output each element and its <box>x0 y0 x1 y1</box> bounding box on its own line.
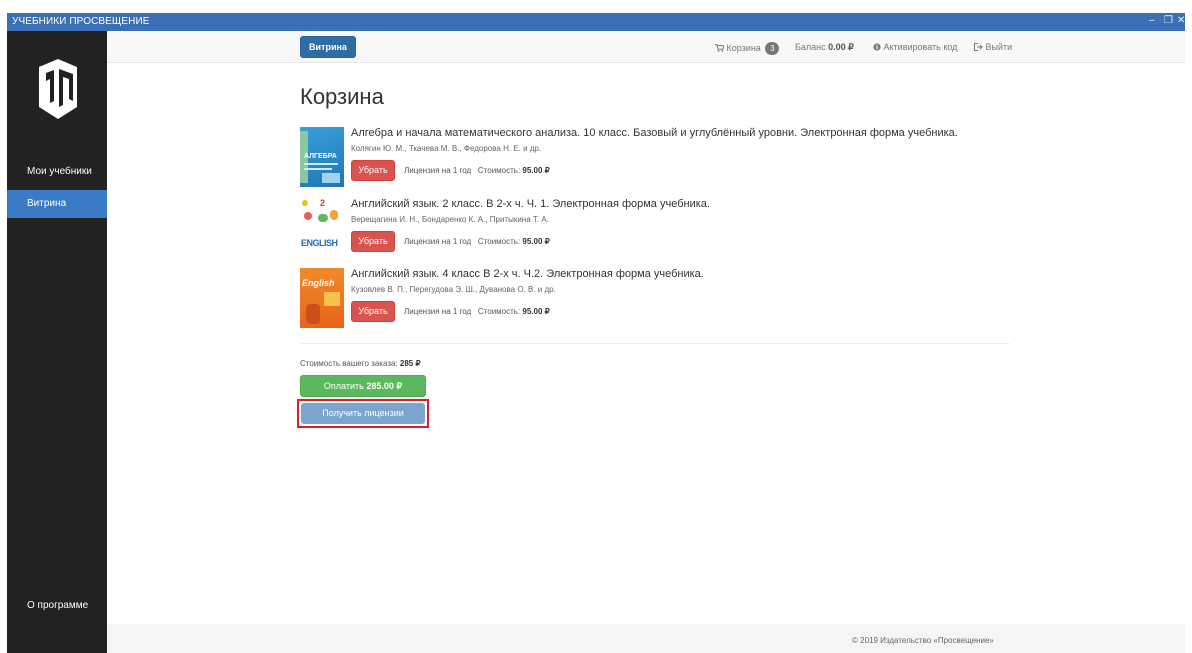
minimize-icon[interactable]: – <box>1149 15 1155 26</box>
sidebar-item-my-textbooks[interactable]: Мои учебники <box>7 158 107 186</box>
get-license-highlight: Получить лицензии <box>297 399 429 428</box>
item-license: Лицензия на 1 год <box>404 307 472 316</box>
cart-icon <box>715 43 725 52</box>
title-bar: УЧЕБНИКИ ПРОСВЕЩЕНИЕ – ❐ ✕ <box>7 13 1185 31</box>
item-authors: Колягин Ю. М., Ткачева М. В., Федорова Н… <box>351 144 542 153</box>
cart-item: English Английский язык. 4 класс В 2-х ч… <box>300 268 1010 330</box>
page-title: Корзина <box>300 84 384 109</box>
item-authors: Кузовлев В. П., Перегудова Э. Ш., Дувано… <box>351 285 556 294</box>
item-license: Лицензия на 1 год <box>404 237 472 246</box>
close-icon[interactable]: ✕ <box>1177 15 1185 26</box>
cart-link[interactable]: Корзина 3 <box>715 42 780 55</box>
item-meta: Лицензия на 1 год Стоимость: 95.00 ₽ <box>404 307 550 316</box>
item-meta: Лицензия на 1 год Стоимость: 95.00 ₽ <box>404 237 550 246</box>
pay-amount: 285.00 ₽ <box>366 381 403 391</box>
vitrina-button[interactable]: Витрина <box>300 36 356 58</box>
item-title[interactable]: Английский язык. 4 класс В 2-х ч. Ч.2. Э… <box>351 268 704 280</box>
cart-item: АЛГЕБРА Алгебра и начала математического… <box>300 127 1010 189</box>
item-license: Лицензия на 1 год <box>404 166 472 175</box>
remove-button[interactable]: Убрать <box>351 301 395 322</box>
logout-link[interactable]: Выйти <box>974 42 1012 52</box>
order-total: Стоимость вашего заказа: 285 ₽ <box>300 359 421 368</box>
sidebar-item-vitrina[interactable]: Витрина <box>7 190 107 218</box>
item-cost: 95.00 ₽ <box>522 237 550 246</box>
item-meta: Лицензия на 1 год Стоимость: 95.00 ₽ <box>404 166 550 175</box>
logout-label: Выйти <box>985 42 1013 52</box>
footer-copyright: © 2019 Издательство «Просвещение» <box>852 636 994 645</box>
logout-icon <box>974 43 983 51</box>
pay-button[interactable]: Оплатить 285.00 ₽ <box>300 375 426 397</box>
item-cost: 95.00 ₽ <box>522 307 550 316</box>
balance-value: 0.00 ₽ <box>828 42 854 52</box>
cart-count-badge: 3 <box>765 42 780 55</box>
item-cost: 95.00 ₽ <box>522 166 550 175</box>
prosveshchenie-logo-icon <box>39 59 77 119</box>
activate-code-link[interactable]: Активировать код <box>873 42 957 52</box>
book-cover: English <box>300 268 344 328</box>
cart-label: Корзина <box>726 42 761 53</box>
cart-item: 2 ENGLISH Английский язык. 2 класс. В 2-… <box>300 198 1010 260</box>
item-authors: Верещагина И. Н., Бондаренко К. А., Прит… <box>351 215 549 224</box>
remove-button[interactable]: Убрать <box>351 160 395 181</box>
item-title[interactable]: Английский язык. 2 класс. В 2-х ч. Ч. 1.… <box>351 198 710 210</box>
book-cover: 2 ENGLISH <box>300 198 344 258</box>
item-cost-label: Стоимость: <box>477 237 521 246</box>
activate-code-label: Активировать код <box>883 42 958 52</box>
restore-icon[interactable]: ❐ <box>1164 15 1173 26</box>
info-gear-icon <box>873 43 881 51</box>
sidebar: Мои учебники Витрина О программе <box>7 31 107 653</box>
balance-label: Баланс <box>795 42 826 52</box>
top-navbar: Витрина Корзина 3 Баланс 0.00 ₽ Активиро… <box>107 31 1185 63</box>
remove-button[interactable]: Убрать <box>351 231 395 252</box>
item-title[interactable]: Алгебра и начала математического анализа… <box>351 127 958 139</box>
book-cover: АЛГЕБРА <box>300 127 344 187</box>
pay-label: Оплатить <box>323 381 364 391</box>
app-window: УЧЕБНИКИ ПРОСВЕЩЕНИЕ – ❐ ✕ Мои учебники … <box>0 0 1192 653</box>
item-cost-label: Стоимость: <box>477 307 521 316</box>
balance-display: Баланс 0.00 ₽ <box>795 42 854 53</box>
order-total-value: 285 ₽ <box>399 359 421 368</box>
app-title: УЧЕБНИКИ ПРОСВЕЩЕНИЕ <box>12 16 150 27</box>
order-total-label: Стоимость вашего заказа: <box>300 359 398 368</box>
item-cost-label: Стоимость: <box>477 166 521 175</box>
get-license-button[interactable]: Получить лицензии <box>301 403 425 424</box>
divider <box>300 343 1010 344</box>
footer: © 2019 Издательство «Просвещение» <box>107 624 1185 653</box>
sidebar-item-about[interactable]: О программе <box>7 600 107 611</box>
